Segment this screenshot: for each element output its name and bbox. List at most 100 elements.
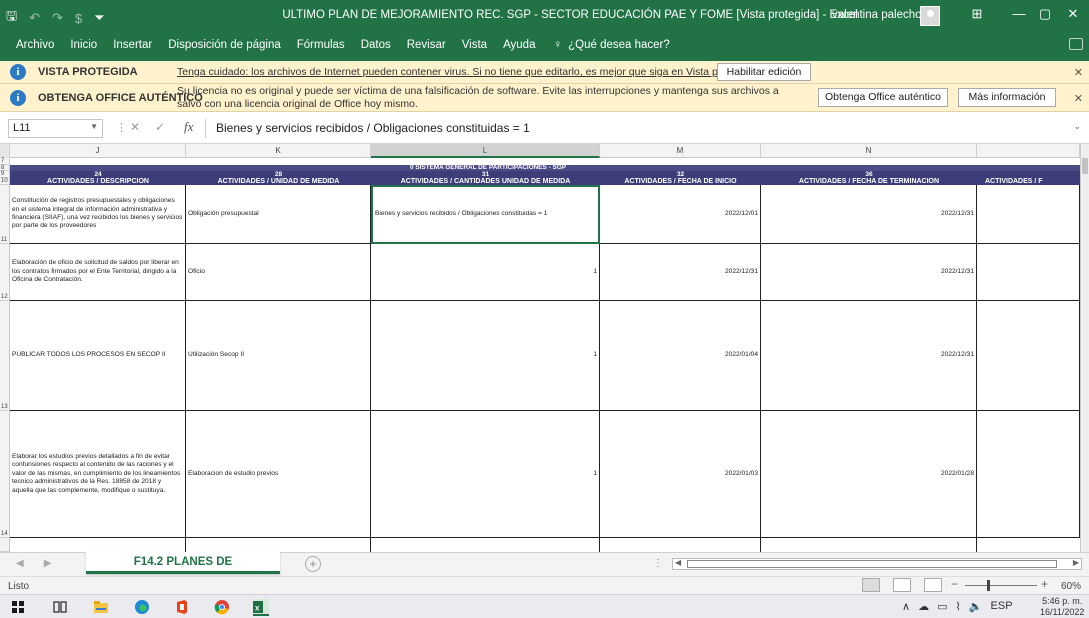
next-sheet-icon[interactable]: ▶ (44, 558, 52, 569)
tab-formulas[interactable]: Fórmulas (297, 39, 345, 51)
save-icon[interactable]: 🖫 (6, 7, 17, 29)
tab-inicio[interactable]: Inicio (70, 39, 97, 51)
row-header-10[interactable]: 10 (0, 178, 10, 185)
cell-k15[interactable] (186, 538, 371, 552)
cell-j14[interactable]: Elaborar los estudios previos detallados… (10, 411, 186, 538)
cell-j12[interactable]: Elaboración de oficio de solicitud de sa… (10, 244, 186, 301)
tell-me-box[interactable]: ♀ ¿Qué desea hacer? (553, 39, 669, 51)
vertical-scroll-thumb[interactable] (1082, 158, 1088, 174)
task-view-icon[interactable] (52, 599, 68, 615)
page-layout-view-icon[interactable] (893, 578, 911, 592)
cell-l12[interactable]: 1 (371, 244, 600, 301)
vertical-scrollbar[interactable] (1080, 144, 1089, 552)
cell-n13[interactable]: 2022/12/31 (761, 301, 977, 411)
row-header-12[interactable]: 12 (0, 244, 10, 301)
user-name[interactable]: valentina palechor (832, 9, 925, 21)
zoom-out-icon[interactable]: − (951, 577, 958, 591)
wifi-icon[interactable]: ⌇ (955, 600, 960, 613)
cell-o13[interactable] (977, 301, 1080, 411)
worksheet-grid[interactable]: J K L M N 7 8 9 10 11 12 13 14 0 SISTEMA… (0, 144, 1089, 552)
volume-icon[interactable]: 🔈 (969, 600, 983, 613)
close-icon[interactable]: ✕ (1074, 92, 1083, 105)
select-all-corner[interactable] (0, 144, 10, 158)
excel-taskbar-icon[interactable]: x (252, 598, 270, 616)
cell-o14[interactable] (977, 411, 1080, 538)
redo-icon[interactable]: ↷ (52, 10, 63, 26)
scroll-right-icon[interactable]: ▶ (1073, 558, 1079, 567)
formula-input[interactable]: Bienes y servicios recibidos / Obligacio… (205, 119, 1075, 138)
edge-icon[interactable] (134, 599, 150, 615)
row-header-13[interactable]: 13 (0, 301, 10, 411)
language-indicator[interactable]: ESP (991, 600, 1013, 613)
cell-k12[interactable]: Oficio (186, 244, 371, 301)
customize-qat-icon[interactable]: ⏷ (94, 10, 104, 26)
column-header-o[interactable] (977, 144, 1080, 158)
zoom-knob[interactable] (987, 580, 990, 591)
protected-view-message[interactable]: Tenga cuidado: los archivos de Internet … (177, 66, 759, 78)
cell-m13[interactable]: 2022/01/04 (600, 301, 761, 411)
battery-icon[interactable]: ▭ (937, 600, 947, 613)
insert-function-icon[interactable]: fx (184, 119, 193, 135)
close-icon[interactable]: ✕ (1074, 66, 1083, 79)
avatar[interactable] (920, 6, 940, 26)
cell-m15[interactable] (600, 538, 761, 552)
cell-j13[interactable]: PUBLICAR TODOS LOS PROCESOS EN SECOP II (10, 301, 186, 411)
tab-disposicion[interactable]: Disposición de página (168, 39, 281, 51)
restore-button[interactable]: ▢ (1034, 6, 1056, 22)
column-header-k[interactable]: K (186, 144, 371, 158)
row-header-7[interactable]: 7 (0, 158, 10, 165)
chevron-up-icon[interactable]: ∧ (902, 600, 910, 613)
zoom-track[interactable] (965, 585, 1037, 586)
cell-o12[interactable] (977, 244, 1080, 301)
tab-insertar[interactable]: Insertar (113, 39, 152, 51)
scroll-left-icon[interactable]: ◀ (675, 558, 681, 567)
page-break-view-icon[interactable] (924, 578, 942, 592)
row-header-14[interactable]: 14 (0, 411, 10, 538)
row-header-11[interactable]: 11 (0, 185, 10, 244)
normal-view-icon[interactable] (862, 578, 880, 592)
cell-n15[interactable] (761, 538, 977, 552)
cell-m12[interactable]: 2022/12/31 (600, 244, 761, 301)
office-icon[interactable] (174, 599, 190, 615)
file-explorer-icon[interactable] (93, 599, 109, 615)
cell-n14[interactable]: 2022/01/28 (761, 411, 977, 538)
get-genuine-office-button[interactable]: Obtenga Office auténtico (818, 88, 948, 107)
prev-sheet-icon[interactable]: ◀ (16, 558, 24, 569)
cell-k13[interactable]: Utilización Secop II (186, 301, 371, 411)
horizontal-scrollbar[interactable]: ◀ ▶ (672, 558, 1082, 570)
enter-icon[interactable]: ✓ (155, 120, 165, 134)
row-header-15[interactable] (0, 538, 10, 552)
cloud-icon[interactable]: ☁ (918, 600, 929, 613)
column-header-j[interactable]: J (10, 144, 186, 158)
tab-archivo[interactable]: Archivo (16, 39, 54, 51)
cell-j15[interactable] (10, 538, 186, 552)
chrome-icon[interactable] (214, 599, 230, 615)
cell-n11[interactable]: 2022/12/31 (761, 185, 977, 244)
split-handle-icon[interactable]: ⋮ (653, 558, 663, 569)
zoom-in-icon[interactable]: + (1041, 577, 1048, 591)
cell-m11[interactable]: 2022/12/01 (600, 185, 761, 244)
expand-formula-icon[interactable]: ⌄ (1073, 121, 1081, 132)
cell-l15[interactable] (371, 538, 600, 552)
currency-icon[interactable]: $ (75, 11, 82, 26)
cancel-icon[interactable]: ✕ (130, 120, 140, 134)
more-info-button[interactable]: Más información (958, 88, 1056, 107)
cell-l11-selected[interactable]: Bienes y servicios recibidos / Obligacio… (371, 185, 600, 244)
tab-ayuda[interactable]: Ayuda (503, 39, 535, 51)
chevron-down-icon[interactable]: ▼ (90, 122, 98, 131)
cell-l13[interactable]: 1 (371, 301, 600, 411)
name-box[interactable]: L11 ▼ (8, 119, 103, 138)
column-header-n[interactable]: N (761, 144, 977, 158)
cell-o11[interactable] (977, 185, 1080, 244)
cell-m14[interactable]: 2022/01/03 (600, 411, 761, 538)
close-button[interactable]: ✕ (1062, 6, 1084, 22)
sheet-tab-active[interactable]: F14.2 PLANES DE MEJORAMIENT... (86, 552, 280, 588)
comments-icon[interactable] (1069, 38, 1083, 50)
cell-k14[interactable]: Elaboracion de estudio previos (186, 411, 371, 538)
cell-n12[interactable]: 2022/12/31 (761, 244, 977, 301)
row-header-9[interactable]: 9 (0, 171, 10, 178)
cell-l14[interactable]: 1 (371, 411, 600, 538)
zoom-level[interactable]: 60% (1061, 581, 1081, 592)
cell-j11[interactable]: Constitución de registros presupuestales… (10, 185, 186, 244)
windows-start-icon[interactable] (12, 601, 24, 613)
